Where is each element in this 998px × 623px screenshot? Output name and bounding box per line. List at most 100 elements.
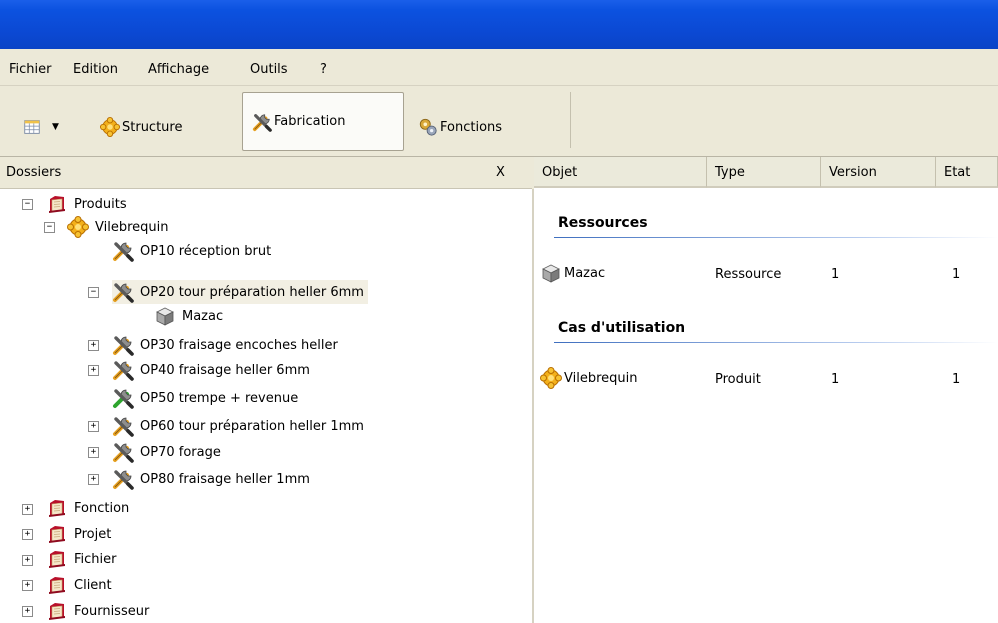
expand-toggle[interactable]: + [22, 555, 33, 566]
tools-icon [112, 441, 134, 463]
menu-affichage[interactable]: Affichage [148, 62, 209, 77]
row-objet-vilebrequin[interactable]: Vilebrequin [540, 367, 637, 389]
folder-icon [46, 523, 68, 545]
toolbar: ▼ Structure Fabrication Fonctions [0, 86, 998, 157]
menu-fichier[interactable]: Fichier [9, 62, 52, 77]
tree-item-label: Vilebrequin [95, 219, 169, 235]
tree-item-fichier[interactable]: Fichier [46, 547, 117, 571]
expand-toggle[interactable]: + [88, 474, 99, 485]
puzzle-icon [67, 216, 89, 238]
tree-item-label: OP50 trempe + revenue [140, 390, 299, 406]
tools-icon [112, 281, 134, 303]
row-version: 1 [831, 372, 840, 387]
expand-toggle[interactable]: + [88, 421, 99, 432]
tree-item-mazac[interactable]: Mazac [154, 304, 223, 328]
tree-item-label: Fichier [74, 551, 117, 567]
fonctions-button[interactable]: Fonctions [418, 112, 502, 142]
tree-item-label: OP10 réception brut [140, 243, 272, 259]
tree-item-label: OP80 fraisage heller 1mm [140, 471, 310, 487]
collapse-toggle[interactable]: − [22, 199, 33, 210]
column-header-objet[interactable]: Objet [534, 157, 707, 188]
tree-item-projet[interactable]: Projet [46, 522, 111, 546]
folder-tree: − Produits − Vilebrequin OP10 réception … [0, 189, 534, 623]
tools-icon [112, 359, 134, 381]
menu-help[interactable]: ? [320, 62, 327, 77]
puzzle-icon [540, 367, 562, 389]
tree-item-label: OP40 fraisage heller 6mm [140, 362, 310, 378]
tree-item-label: OP30 fraisage encoches heller [140, 337, 338, 353]
fabrication-button[interactable]: Fabrication [242, 92, 404, 151]
tools-icon [252, 112, 272, 132]
structure-label: Structure [122, 119, 183, 135]
tree-item-op70[interactable]: OP70 forage [112, 440, 221, 464]
folder-icon [46, 574, 68, 596]
cube-icon [540, 262, 562, 284]
expand-toggle[interactable]: + [88, 365, 99, 376]
window-title-bar[interactable] [0, 0, 998, 49]
tree-item-op30[interactable]: OP30 fraisage encoches heller [112, 333, 338, 357]
fabrication-label: Fabrication [274, 114, 346, 129]
expand-toggle[interactable]: + [22, 606, 33, 617]
tree-item-label: Mazac [182, 308, 224, 324]
expand-toggle[interactable]: + [88, 340, 99, 351]
tools-icon [112, 415, 134, 437]
tree-item-op50[interactable]: OP50 trempe + revenue [112, 386, 298, 410]
expand-toggle[interactable]: + [22, 504, 33, 515]
tree-item-client[interactable]: Client [46, 573, 112, 597]
expand-toggle[interactable]: + [88, 447, 99, 458]
tree-item-vilebrequin[interactable]: Vilebrequin [67, 215, 168, 239]
fonctions-label: Fonctions [440, 119, 503, 135]
tree-item-label: OP60 tour préparation heller 1mm [140, 418, 364, 434]
group-divider [554, 342, 998, 343]
expand-toggle[interactable]: + [22, 580, 33, 591]
tree-item-fonction[interactable]: Fonction [46, 496, 129, 520]
tree-item-label: Produits [74, 196, 127, 212]
row-objet-mazac[interactable]: Mazac [540, 262, 605, 284]
tools-icon [112, 240, 134, 262]
chevron-down-icon: ▼ [52, 122, 59, 132]
tree-item-op60[interactable]: OP60 tour préparation heller 1mm [112, 414, 364, 438]
folder-icon [46, 600, 68, 622]
row-etat: 1 [952, 267, 961, 282]
tree-item-label: OP20 tour préparation heller 6mm [140, 284, 364, 300]
puzzle-icon [100, 117, 120, 137]
tree-item-op80[interactable]: OP80 fraisage heller 1mm [112, 467, 310, 491]
structure-button[interactable]: Structure [100, 112, 182, 142]
folder-icon [46, 193, 68, 215]
group-divider [554, 237, 998, 238]
row-version: 1 [831, 267, 840, 282]
dossiers-panel-header: Dossiers X [0, 157, 532, 189]
cube-icon [154, 305, 176, 327]
folder-icon [46, 548, 68, 570]
collapse-toggle[interactable]: − [44, 222, 55, 233]
row-objet-label: Vilebrequin [564, 370, 638, 386]
tree-item-produits[interactable]: Produits [46, 192, 127, 216]
tools-icon [112, 334, 134, 356]
tree-item-label: Projet [74, 526, 112, 542]
row-objet-label: Mazac [564, 265, 606, 281]
grid-view-icon [22, 117, 42, 137]
tree-item-op10[interactable]: OP10 réception brut [112, 239, 271, 263]
menu-bar: Fichier Edition Affichage Outils ? [0, 49, 998, 86]
expand-toggle[interactable]: + [22, 529, 33, 540]
view-selector-button[interactable]: ▼ [22, 112, 59, 142]
group-title-cas-utilisation: Cas d'utilisation [558, 320, 686, 336]
tree-item-label: Client [74, 577, 112, 593]
gears-icon [418, 117, 438, 137]
column-header-version[interactable]: Version [821, 157, 936, 188]
close-icon[interactable]: X [496, 165, 505, 180]
menu-edition[interactable]: Edition [73, 62, 118, 77]
row-type: Ressource [715, 267, 782, 282]
tree-item-label: Fonction [74, 500, 130, 516]
menu-outils[interactable]: Outils [250, 62, 288, 77]
column-header-etat[interactable]: Etat [936, 157, 998, 188]
dossiers-title: Dossiers [6, 165, 62, 180]
tree-item-label: Fournisseur [74, 603, 150, 619]
tree-item-op20[interactable]: OP20 tour préparation heller 6mm [112, 280, 368, 304]
collapse-toggle[interactable]: − [88, 287, 99, 298]
row-type: Produit [715, 372, 761, 387]
column-header-type[interactable]: Type [707, 157, 821, 188]
toolbar-separator [570, 92, 571, 148]
tree-item-op40[interactable]: OP40 fraisage heller 6mm [112, 358, 310, 382]
tree-item-fournisseur[interactable]: Fournisseur [46, 599, 149, 623]
